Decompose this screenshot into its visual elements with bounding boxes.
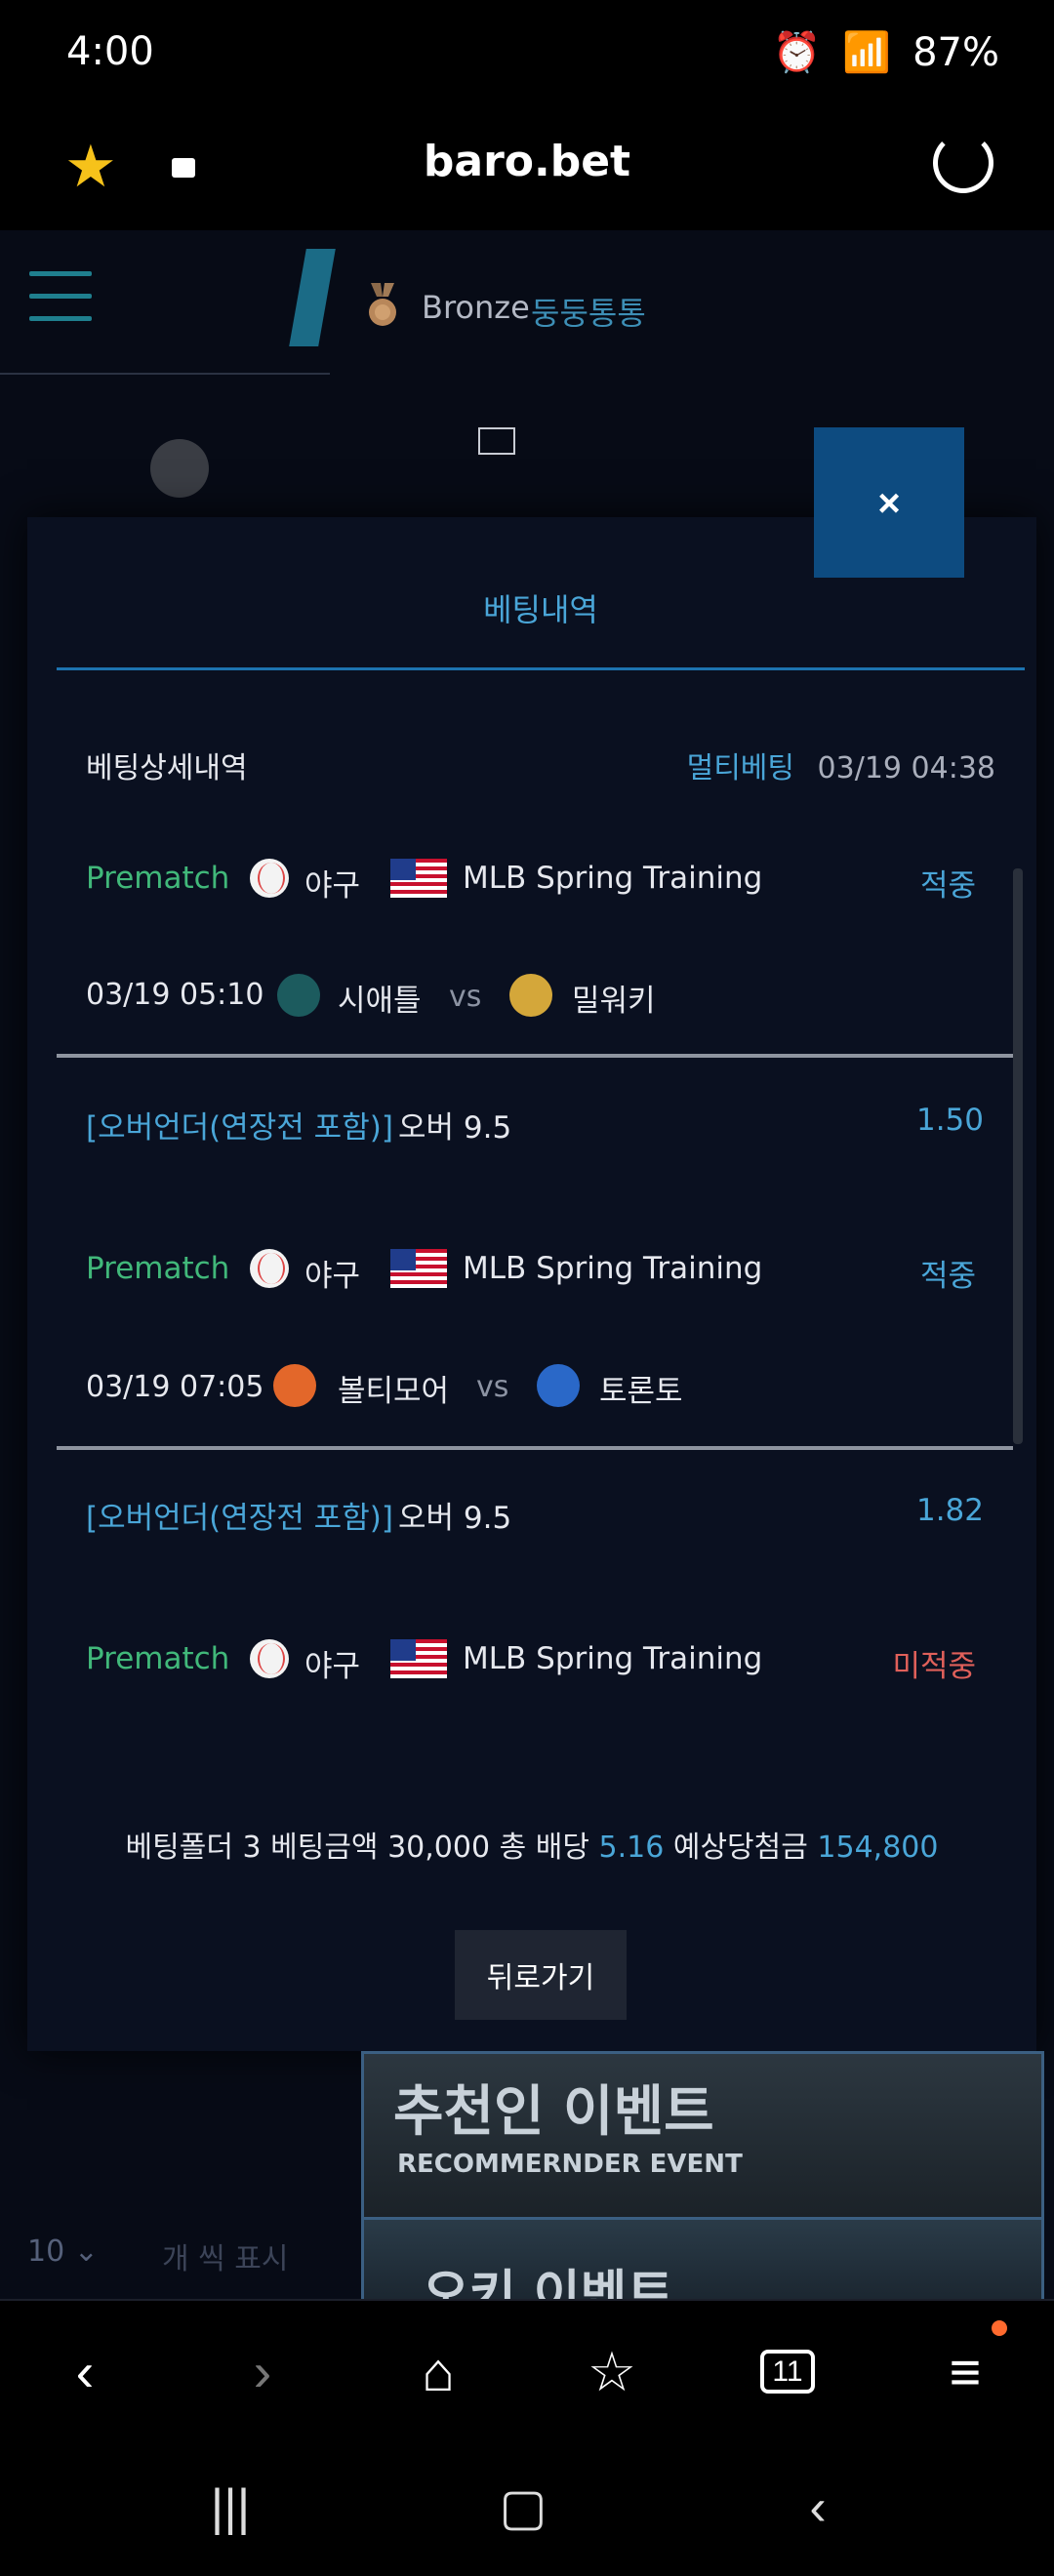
url-text[interactable]: baro.bet <box>0 137 1054 186</box>
event-banner-2[interactable]: 오키 이벤트 <box>361 2217 1044 2302</box>
home-button-icon[interactable]: ▢ <box>474 2469 572 2547</box>
tabs-icon[interactable]: 11 <box>744 2328 831 2416</box>
per-page-value: 10 <box>27 2234 65 2269</box>
close-button[interactable]: × <box>814 427 964 578</box>
user-nickname[interactable]: 둥둥통통 <box>531 289 646 334</box>
menu-icon[interactable]: ≡ <box>921 2328 1009 2416</box>
mariners-logo-icon <box>277 974 320 1017</box>
match-divider <box>57 1054 1013 1058</box>
modal-scrollbar[interactable] <box>1013 868 1023 1444</box>
market-name: [오버언더(연장전 포함)] <box>86 1110 393 1146</box>
odds: 1.82 <box>915 1493 984 1528</box>
away-team: 토론토 <box>599 1374 683 1409</box>
user-tier: Bronze <box>422 289 530 326</box>
odds: 1.50 <box>915 1103 984 1138</box>
market-name: [오버언더(연장전 포함)] <box>86 1501 393 1536</box>
bet-meta: 멀티베팅 03/19 04:38 <box>687 744 995 786</box>
pick: 오버 9.5 <box>398 1501 512 1536</box>
expected-win: 154,800 <box>817 1831 939 1865</box>
league-name: MLB Spring Training <box>463 1641 763 1676</box>
baseball-icon <box>250 1249 289 1288</box>
home-team: 볼티모어 <box>338 1374 450 1409</box>
soccer-icon[interactable] <box>150 439 209 498</box>
total-odds: 5.16 <box>598 1831 665 1865</box>
bet-summary: 베팅폴더 3 베팅금액 30,000 총 배당 5.16 예상당첨금 154,8… <box>27 1823 1036 1866</box>
bookmarks-icon[interactable]: ☆ <box>568 2328 656 2416</box>
bet-datetime: 03/19 04:38 <box>817 751 995 785</box>
vs-label: vs <box>449 980 482 1014</box>
sport-name: 야구 <box>304 1649 361 1684</box>
baseball-icon <box>250 859 289 898</box>
alarm-icon: ⏰ <box>772 30 822 75</box>
wifi-icon: 📶 <box>842 30 892 75</box>
orioles-logo-icon <box>273 1364 316 1407</box>
sport-name: 야구 <box>304 1259 361 1294</box>
browser-toolbar <box>0 2299 1054 2437</box>
league-name: MLB Spring Training <box>463 861 763 896</box>
match-status: 적중 <box>919 868 976 904</box>
sport-name: 야구 <box>304 868 361 904</box>
battery-level: 87% <box>912 29 999 75</box>
home-icon[interactable]: ⌂ <box>394 2328 482 2416</box>
win-label: 예상당첨금 <box>672 1831 808 1865</box>
brewers-logo-icon <box>509 974 552 1017</box>
match-divider <box>57 1446 1013 1450</box>
bet-type: 멀티베팅 <box>686 751 794 785</box>
recommender-event-banner[interactable]: 추천인 이벤트 RECOMMERNDER EVENT <box>361 2051 1044 2221</box>
back-button[interactable]: 뒤로가기 <box>455 1930 627 2020</box>
prematch-label: Prematch <box>86 1251 230 1286</box>
bluejays-logo-icon <box>537 1364 580 1407</box>
notification-dot <box>992 2320 1007 2336</box>
banner-title: 추천인 이벤트 <box>393 2080 714 2144</box>
bronze-medal-icon <box>369 283 396 326</box>
match-status: 적중 <box>919 1259 976 1294</box>
banner-subtitle: RECOMMERNDER EVENT <box>397 2150 743 2179</box>
reload-icon[interactable] <box>933 133 993 193</box>
match-datetime: 03/19 05:10 <box>86 978 264 1012</box>
bet-amount: 30,000 <box>387 1831 491 1865</box>
menu-icon[interactable] <box>29 271 92 324</box>
status-time: 4:00 <box>66 29 154 74</box>
per-page-select[interactable]: 10 ⌄ <box>27 2234 99 2269</box>
vs-label: vs <box>476 1370 509 1404</box>
detail-title: 베팅상세내역 <box>86 751 248 785</box>
usa-flag-icon <box>390 859 447 898</box>
home-team: 시애틀 <box>338 984 422 1019</box>
back-nav-icon[interactable]: ‹ <box>41 2328 129 2416</box>
baseball-icon <box>250 1639 289 1678</box>
prematch-label: Prematch <box>86 861 230 896</box>
banner-title: 오키 이벤트 <box>423 2266 674 2302</box>
forward-nav-icon[interactable]: › <box>219 2328 306 2416</box>
match-status: 미적중 <box>892 1649 976 1684</box>
status-icons: ⏰ 📶 87% <box>772 29 999 76</box>
folder-count: 3 <box>242 1831 262 1865</box>
tab-bet-history[interactable]: 베팅내역 <box>57 578 1025 670</box>
away-team: 밀워키 <box>572 984 656 1019</box>
amount-label: 베팅금액 <box>270 1831 379 1865</box>
system-back-icon[interactable]: ‹ <box>769 2469 867 2547</box>
prematch-label: Prematch <box>86 1641 230 1676</box>
tabs-count: 11 <box>760 2350 815 2394</box>
league-name: MLB Spring Training <box>463 1251 763 1286</box>
pick: 오버 9.5 <box>398 1110 512 1146</box>
usa-flag-icon <box>390 1639 447 1678</box>
match-datetime: 03/19 07:05 <box>86 1370 264 1404</box>
odds-label: 총 배당 <box>499 1831 589 1865</box>
folder-label: 베팅폴더 <box>125 1831 233 1865</box>
per-page-label: 개 씩 표시 <box>162 2242 289 2276</box>
usa-flag-icon <box>390 1249 447 1288</box>
header-divider <box>0 373 330 375</box>
recent-apps-icon[interactable]: ||| <box>182 2469 279 2547</box>
chevron-down-icon: ⌄ <box>73 2234 99 2269</box>
mail-icon[interactable] <box>478 427 515 455</box>
